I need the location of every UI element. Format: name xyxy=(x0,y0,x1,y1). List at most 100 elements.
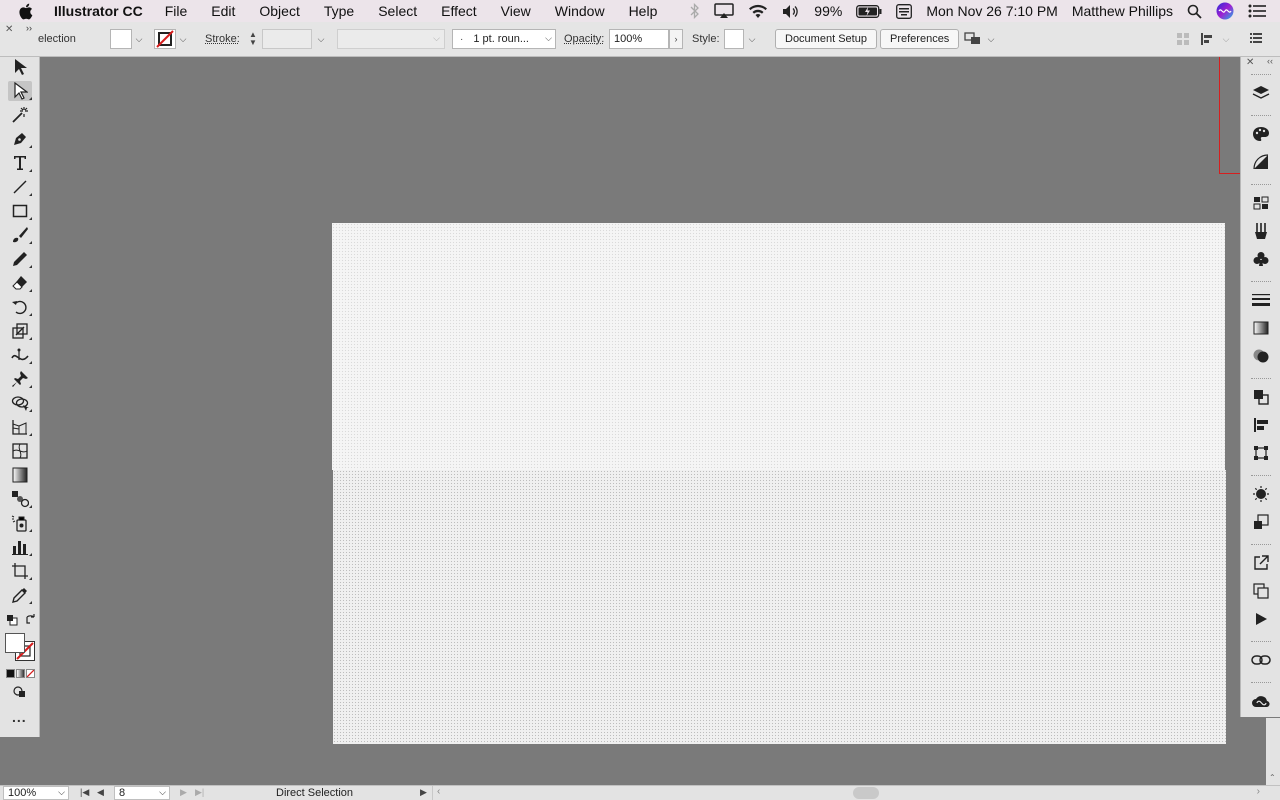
scroll-right-arrow-icon[interactable]: › xyxy=(1257,786,1260,797)
scroll-left-arrow-icon[interactable]: ‹ xyxy=(437,786,440,797)
blend-tool[interactable] xyxy=(8,489,32,509)
appearance-panel-button[interactable] xyxy=(1249,483,1273,505)
stroke-weight-down-icon[interactable]: ▼ xyxy=(249,39,257,47)
opacity-input[interactable]: 100% xyxy=(609,29,669,49)
last-artboard-icon[interactable]: ▶| xyxy=(195,787,204,798)
panel-group-grip[interactable] xyxy=(1251,74,1271,76)
keyboard-input-icon[interactable] xyxy=(896,3,913,19)
stroke-weight-input[interactable] xyxy=(262,29,312,49)
links-panel-button[interactable] xyxy=(1249,649,1273,671)
none-mode-button[interactable] xyxy=(26,669,35,678)
color-mode-button[interactable] xyxy=(6,669,15,678)
menu-window[interactable]: Window xyxy=(555,3,605,19)
arrange-documents-icon[interactable] xyxy=(964,31,982,50)
menu-object[interactable]: Object xyxy=(259,3,299,19)
artboard-number-chevron[interactable]: ⌵ xyxy=(159,787,166,798)
perspective-grid-tool[interactable] xyxy=(8,417,32,437)
status-menu-arrow-icon[interactable]: ▶ xyxy=(420,787,427,798)
clock[interactable]: Mon Nov 26 7:10 PM xyxy=(926,3,1058,19)
magic-wand-tool[interactable] xyxy=(8,105,32,125)
stroke-label[interactable]: Stroke: xyxy=(205,33,240,45)
rectangle-tool[interactable] xyxy=(8,201,32,221)
selection-tool[interactable] xyxy=(8,57,32,77)
previous-artboard-icon[interactable]: ◀ xyxy=(97,787,104,798)
drawing-mode-button[interactable] xyxy=(12,685,28,699)
transform-panel-icon[interactable] xyxy=(1200,32,1216,49)
bluetooth-icon[interactable] xyxy=(690,3,700,19)
horizontal-scroll-thumb[interactable] xyxy=(853,787,879,799)
siri-icon[interactable] xyxy=(1216,2,1234,20)
line-segment-tool[interactable] xyxy=(8,177,32,197)
libraries-panel-button[interactable] xyxy=(1249,690,1273,712)
offscreen-artboard-edge[interactable] xyxy=(1219,57,1241,174)
color-guide-panel-button[interactable] xyxy=(1249,151,1273,173)
menu-file[interactable]: File xyxy=(165,3,188,19)
stroke-dropdown-chevron[interactable]: ⌵ xyxy=(176,29,190,49)
shape-builder-tool[interactable] xyxy=(8,393,32,413)
swatches-panel-button[interactable] xyxy=(1249,192,1273,214)
menu-select[interactable]: Select xyxy=(378,3,417,19)
artboard-tool[interactable] xyxy=(8,561,32,581)
panel-group-grip[interactable] xyxy=(1251,184,1271,186)
opacity-label[interactable]: Opacity: xyxy=(564,33,604,45)
align-grid-icon[interactable] xyxy=(1176,32,1190,49)
default-fill-stroke-button[interactable] xyxy=(6,614,18,626)
type-tool[interactable] xyxy=(8,153,32,173)
artboard-upper[interactable] xyxy=(332,223,1225,470)
stroke-swatch[interactable] xyxy=(154,29,176,49)
artboards-panel-button[interactable] xyxy=(1249,580,1273,602)
transform-panel-chevron[interactable]: ⌵ xyxy=(1219,29,1233,49)
first-artboard-icon[interactable]: |◀ xyxy=(80,787,89,798)
spotlight-search-icon[interactable] xyxy=(1187,4,1202,19)
symbol-sprayer-tool[interactable] xyxy=(8,513,32,533)
panel-group-grip[interactable] xyxy=(1251,682,1271,684)
style-dropdown-chevron[interactable]: ⌵ xyxy=(745,29,759,49)
volume-icon[interactable] xyxy=(782,4,800,19)
symbols-panel-button[interactable] xyxy=(1249,248,1273,270)
arrange-documents-chevron[interactable]: ⌵ xyxy=(984,29,998,49)
paintbrush-tool[interactable] xyxy=(8,225,32,245)
notification-center-icon[interactable] xyxy=(1248,4,1266,18)
variable-width-profile[interactable]: ⌵ xyxy=(337,29,445,49)
close-panel-icon[interactable]: ✕ xyxy=(5,24,13,35)
rotate-tool[interactable] xyxy=(8,297,32,317)
menu-help[interactable]: Help xyxy=(629,3,658,19)
eraser-tool[interactable] xyxy=(8,273,32,293)
panel-group-grip[interactable] xyxy=(1251,281,1271,283)
fill-color-box[interactable] xyxy=(5,633,25,653)
column-graph-tool[interactable] xyxy=(8,537,32,557)
pen-tool[interactable] xyxy=(8,129,32,149)
eyedropper-tool[interactable] xyxy=(8,585,32,605)
fill-dropdown-chevron[interactable]: ⌵ xyxy=(132,29,146,49)
brush-definition-dropdown[interactable]: · 1 pt. roun... ⌵ xyxy=(452,29,556,49)
battery-icon[interactable] xyxy=(856,4,882,18)
gradient-mode-button[interactable] xyxy=(16,669,25,678)
stroke-weight-stepper[interactable]: ▲ ▼ xyxy=(246,29,260,49)
panel-group-grip[interactable] xyxy=(1251,641,1271,643)
mesh-tool[interactable] xyxy=(8,441,32,461)
color-panel-button[interactable] xyxy=(1249,123,1273,145)
direct-selection-tool[interactable] xyxy=(8,81,32,101)
layers-panel-button[interactable] xyxy=(1249,82,1273,104)
width-tool[interactable] xyxy=(8,345,32,365)
artboard-lower[interactable] xyxy=(333,470,1226,744)
control-bar-menu-icon[interactable] xyxy=(1250,33,1262,46)
panel-group-grip[interactable] xyxy=(1251,544,1271,546)
brushes-panel-button[interactable] xyxy=(1249,220,1273,242)
align-panel-button[interactable] xyxy=(1249,414,1273,436)
graphic-styles-panel-button[interactable] xyxy=(1249,511,1273,533)
current-tool-status[interactable]: Direct Selection xyxy=(276,787,353,799)
user-name[interactable]: Matthew Phillips xyxy=(1072,3,1173,19)
next-artboard-icon[interactable]: ▶ xyxy=(180,787,187,798)
opacity-arrow-icon[interactable]: › xyxy=(669,29,683,49)
actions-panel-button[interactable] xyxy=(1249,608,1273,630)
airplay-icon[interactable] xyxy=(714,3,735,19)
graphic-style-swatch[interactable] xyxy=(724,29,744,49)
artboard-number-field[interactable]: 8 ⌵ xyxy=(114,786,170,800)
apple-menu-icon[interactable] xyxy=(18,3,36,20)
horizontal-scrollbar[interactable]: ‹ › xyxy=(432,786,1264,800)
tools-panel-collapse-icon[interactable]: ›› xyxy=(26,23,32,33)
scale-tool[interactable] xyxy=(8,321,32,341)
brush-definition-chevron[interactable]: ⌵ xyxy=(545,33,552,44)
puppet-warp-tool[interactable] xyxy=(8,369,32,389)
